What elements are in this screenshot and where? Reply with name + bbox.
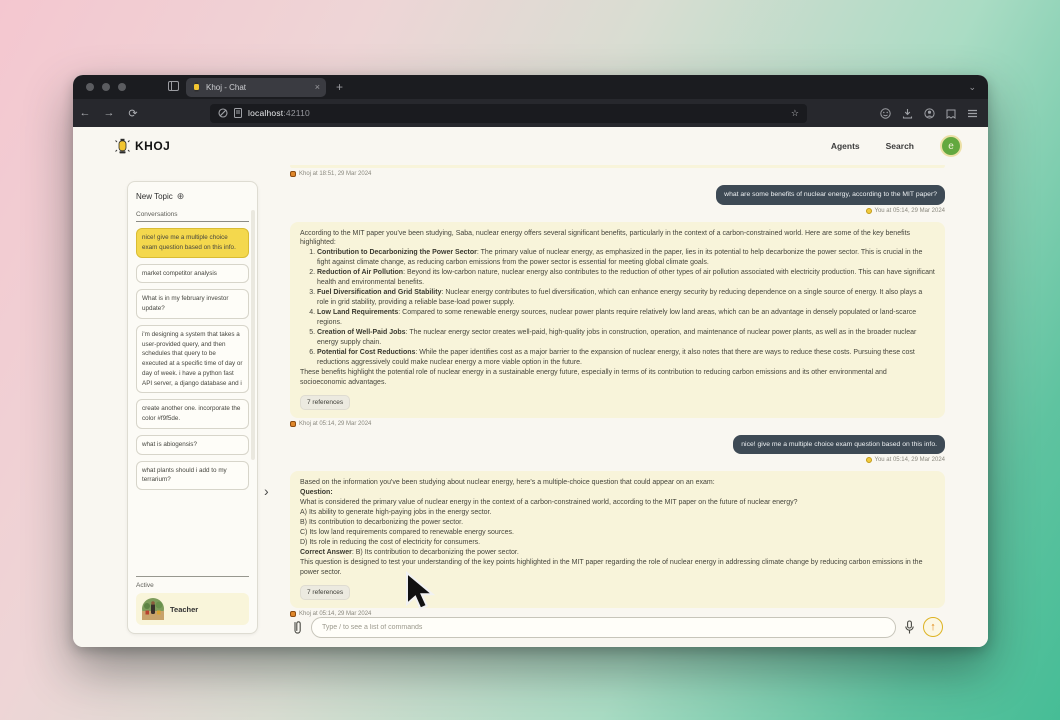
send-button[interactable]: ↑ bbox=[923, 617, 943, 637]
timestamp: You at 05:14, 29 Mar 2024 bbox=[866, 208, 946, 214]
address-bar[interactable]: localhost:42110 ☆ bbox=[210, 104, 807, 123]
panel-expand-chevron-icon[interactable]: › bbox=[264, 483, 269, 499]
send-arrow-icon: ↑ bbox=[930, 621, 936, 633]
ai-message: According to the MIT paper you've been s… bbox=[290, 222, 945, 418]
app-body: New Topic ⊕ Conversations nice! give me … bbox=[73, 165, 988, 647]
account-icon[interactable] bbox=[924, 108, 935, 119]
close-window-button[interactable] bbox=[86, 83, 94, 91]
question-label: Question: bbox=[300, 489, 333, 496]
khoj-lantern-icon bbox=[290, 421, 296, 427]
sidebar-scrollbar[interactable] bbox=[251, 210, 255, 460]
agent-name: Teacher bbox=[170, 605, 198, 614]
option-b: B) Its contribution to decarbonizing the… bbox=[300, 518, 935, 528]
benefits-list: Contribution to Decarbonizing the Power … bbox=[300, 248, 935, 367]
timestamp: Khoj at 18:51, 29 Mar 2024 bbox=[290, 171, 945, 177]
browser-window: Khoj - Chat × + ⌄ ← → ⟳ localhost:42110 … bbox=[73, 75, 988, 647]
divider bbox=[136, 576, 249, 577]
browser-navbar: ← → ⟳ localhost:42110 ☆ bbox=[73, 99, 988, 127]
chat-input-row: ↑ bbox=[290, 617, 945, 647]
timestamp: You at 05:14, 29 Mar 2024 bbox=[866, 457, 946, 463]
ai-message-outro: This question is designed to test your u… bbox=[300, 558, 935, 578]
user-emoji-icon bbox=[866, 457, 872, 463]
option-c: C) Its low land requirements compared to… bbox=[300, 528, 935, 538]
new-tab-button[interactable]: + bbox=[336, 80, 343, 94]
mouse-cursor-pointer bbox=[404, 571, 436, 613]
question-text: What is considered the primary value of … bbox=[300, 498, 935, 508]
conversations-label: Conversations bbox=[136, 211, 249, 222]
back-button[interactable]: ← bbox=[73, 107, 97, 119]
conversations-sidebar: New Topic ⊕ Conversations nice! give me … bbox=[127, 181, 258, 634]
list-item: Potential for Cost Reductions: While the… bbox=[317, 348, 935, 368]
brand-title: KHOJ bbox=[135, 139, 170, 153]
option-d: D) Its role in reducing the cost of elec… bbox=[300, 538, 935, 548]
conversation-item[interactable]: create another one. incorporate the colo… bbox=[136, 399, 249, 429]
conversation-item[interactable]: what is abiogensis? bbox=[136, 435, 249, 455]
window-controls bbox=[86, 83, 126, 91]
new-topic-button[interactable]: New Topic ⊕ bbox=[136, 191, 249, 202]
list-item: Creation of Well-Paid Jobs: The nuclear … bbox=[317, 328, 935, 348]
forward-button[interactable]: → bbox=[97, 107, 121, 119]
microphone-icon[interactable] bbox=[904, 620, 915, 635]
lantern-icon bbox=[115, 138, 130, 155]
ai-message-intro: According to the MIT paper you've been s… bbox=[300, 229, 935, 249]
khoj-favicon-icon bbox=[192, 82, 201, 92]
list-item: Contribution to Decarbonizing the Power … bbox=[317, 248, 935, 268]
menu-icon[interactable] bbox=[967, 109, 978, 118]
tab-list-chevron-icon[interactable]: ⌄ bbox=[968, 82, 976, 93]
answer-line: Correct Answer: B) Its contribution to d… bbox=[300, 548, 935, 558]
search-link[interactable]: Search bbox=[886, 141, 914, 151]
user-emoji-icon bbox=[866, 208, 872, 214]
tab-title: Khoj - Chat bbox=[206, 83, 310, 92]
active-label: Active bbox=[136, 582, 249, 589]
clipped-previous-message: a general viewpoint. Applying advice lik… bbox=[290, 165, 945, 168]
user-avatar[interactable]: e bbox=[940, 135, 962, 157]
conversation-item[interactable]: market competitor analysis bbox=[136, 264, 249, 284]
maximize-window-button[interactable] bbox=[118, 83, 126, 91]
close-tab-icon[interactable]: × bbox=[315, 82, 320, 92]
browser-tab[interactable]: Khoj - Chat × bbox=[186, 78, 326, 97]
site-shield-icon[interactable] bbox=[218, 108, 228, 118]
references-chip[interactable]: 7 references bbox=[300, 585, 350, 600]
url-text: localhost:42110 bbox=[248, 108, 310, 118]
list-item: Low Land Requirements: Compared to some … bbox=[317, 308, 935, 328]
khoj-lantern-icon bbox=[290, 171, 296, 177]
privacy-badge-icon[interactable] bbox=[880, 108, 891, 119]
minimize-window-button[interactable] bbox=[102, 83, 110, 91]
user-message-bubble: nice! give me a multiple choice exam que… bbox=[733, 435, 945, 455]
conversation-item[interactable]: what plants should i add to my terrarium… bbox=[136, 461, 249, 491]
option-a: A) Its ability to generate high-paying j… bbox=[300, 508, 935, 518]
app-header: KHOJ Agents Search e bbox=[73, 127, 988, 165]
bookmark-star-icon[interactable]: ☆ bbox=[791, 108, 799, 119]
download-icon[interactable] bbox=[902, 108, 913, 119]
references-chip[interactable]: 7 references bbox=[300, 395, 350, 410]
list-item: Reduction of Air Pollution: Beyond its l… bbox=[317, 268, 935, 288]
reload-button[interactable]: ⟳ bbox=[121, 107, 145, 120]
ai-message: Based on the information you've been stu… bbox=[290, 471, 945, 608]
agents-link[interactable]: Agents bbox=[831, 141, 860, 151]
teacher-avatar bbox=[142, 598, 164, 620]
message-input[interactable] bbox=[311, 617, 896, 638]
ai-message-intro: Based on the information you've been stu… bbox=[300, 478, 935, 488]
chat-area: a general viewpoint. Applying advice lik… bbox=[290, 165, 945, 647]
conversation-item[interactable]: nice! give me a multiple choice exam que… bbox=[136, 228, 249, 258]
khoj-app: KHOJ Agents Search e New Topic ⊕ Convers… bbox=[73, 127, 988, 647]
user-message-bubble: what are some benefits of nuclear energy… bbox=[716, 185, 945, 205]
browser-toolbar-icons bbox=[880, 108, 978, 119]
attach-paperclip-icon[interactable] bbox=[292, 620, 303, 635]
conversation-item[interactable]: What is in my february investor update? bbox=[136, 289, 249, 319]
conversation-item[interactable]: i'm designing a system that takes a user… bbox=[136, 325, 249, 394]
agent-card[interactable]: Teacher bbox=[136, 593, 249, 625]
browser-titlebar: Khoj - Chat × + ⌄ bbox=[73, 75, 988, 99]
page-info-icon[interactable] bbox=[234, 108, 242, 118]
plus-circle-icon: ⊕ bbox=[177, 191, 185, 202]
list-item: Fuel Diversification and Grid Stability:… bbox=[317, 288, 935, 308]
sidebar-toggle-icon[interactable] bbox=[166, 81, 180, 94]
khoj-logo[interactable]: KHOJ bbox=[115, 138, 170, 155]
timestamp: Khoj at 05:14, 29 Mar 2024 bbox=[290, 421, 945, 427]
ai-message-outro: These benefits highlight the potential r… bbox=[300, 368, 935, 388]
extensions-icon[interactable] bbox=[946, 108, 956, 119]
